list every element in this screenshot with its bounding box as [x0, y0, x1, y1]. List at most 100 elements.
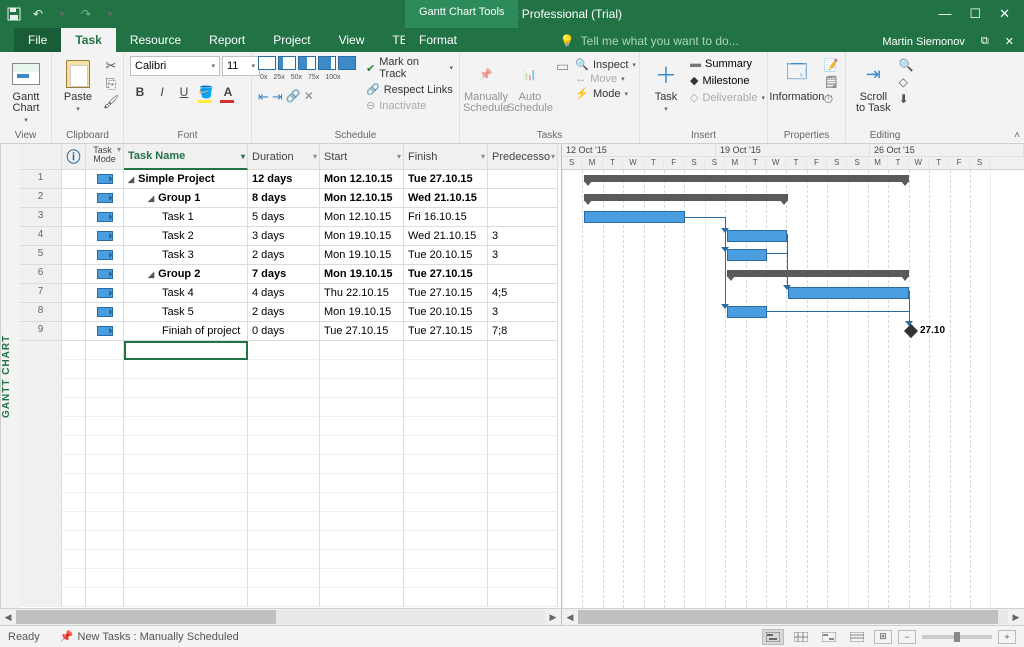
- table-row[interactable]: 6◢Group 27 daysMon 19.10.15Tue 27.10.15: [20, 265, 561, 284]
- table-row[interactable]: 3Task 15 daysMon 12.10.15Fri 16.10.15: [20, 208, 561, 227]
- row-number[interactable]: 3: [20, 208, 62, 227]
- table-row[interactable]: 5Task 32 daysMon 19.10.15Tue 20.10.153: [20, 246, 561, 265]
- tab-format[interactable]: Format: [405, 28, 471, 52]
- col-indicator[interactable]: ⓘ: [62, 144, 86, 170]
- table-row[interactable]: 2◢Group 18 daysMon 12.10.15Wed 21.10.15: [20, 189, 561, 208]
- milestone-button[interactable]: ◆Milestone: [690, 74, 765, 87]
- zoom-in-icon[interactable]: +: [998, 630, 1016, 644]
- details-icon[interactable]: 🗒: [824, 75, 839, 89]
- col-duration[interactable]: Duration▾: [248, 144, 320, 170]
- fill-color-button[interactable]: 🪣: [196, 82, 216, 102]
- row-number[interactable]: 4: [20, 227, 62, 246]
- paste-button[interactable]: Paste▾: [58, 56, 98, 115]
- summary-bar[interactable]: [727, 270, 909, 277]
- table-row[interactable]: [20, 493, 561, 512]
- table-row[interactable]: [20, 398, 561, 417]
- fill-icon[interactable]: ⬇: [899, 92, 914, 106]
- cut-icon[interactable]: ✂: [102, 58, 120, 74]
- task-bar[interactable]: [788, 287, 909, 299]
- timeline-add-icon[interactable]: ⏱: [824, 92, 839, 107]
- summary-button[interactable]: ▬Summary: [690, 58, 765, 70]
- save-icon[interactable]: [6, 6, 22, 22]
- inspect-button[interactable]: 🔍Inspect ▾: [575, 58, 636, 71]
- mode-button[interactable]: ⚡Mode ▾: [575, 87, 636, 100]
- close-sub-icon[interactable]: ✕: [1005, 35, 1014, 48]
- copy-icon[interactable]: ⎘: [102, 76, 120, 92]
- task-bar[interactable]: [584, 211, 685, 223]
- mark-on-track-button[interactable]: ✔Mark on Track ▾: [366, 56, 453, 80]
- table-row[interactable]: [20, 455, 561, 474]
- grid-scrollbar[interactable]: [16, 610, 545, 624]
- row-number[interactable]: 6: [20, 265, 62, 284]
- maximize-icon[interactable]: ☐: [969, 6, 981, 22]
- information-button[interactable]: 🗔Information: [774, 56, 820, 105]
- zoom-out-icon[interactable]: −: [898, 630, 916, 644]
- zoom-slider[interactable]: [922, 635, 992, 639]
- outdent-icon[interactable]: ⇤: [258, 89, 269, 105]
- insert-task-button[interactable]: ＋Task▾: [646, 56, 686, 115]
- italic-button[interactable]: I: [152, 82, 172, 102]
- col-task-mode[interactable]: TaskMode▾: [86, 144, 124, 170]
- tab-task[interactable]: Task: [61, 28, 115, 52]
- move-button[interactable]: ↔Move ▾: [575, 73, 636, 85]
- tab-resource[interactable]: Resource: [116, 28, 195, 52]
- task-bar[interactable]: [727, 230, 787, 242]
- close-icon[interactable]: ✕: [999, 6, 1010, 22]
- link-tasks-icon[interactable]: 🔗: [286, 89, 301, 105]
- col-predecessors[interactable]: Predecesso▾: [488, 144, 558, 170]
- summary-bar[interactable]: [584, 175, 909, 182]
- table-row[interactable]: 7Task 44 daysThu 22.10.15Tue 27.10.154;5: [20, 284, 561, 303]
- font-name-combo[interactable]: Calibri▾: [130, 56, 220, 76]
- table-row[interactable]: [20, 550, 561, 569]
- restore-window-icon[interactable]: ⧉: [981, 35, 989, 48]
- gantt-scrollbar[interactable]: [578, 610, 1008, 624]
- table-row[interactable]: [20, 436, 561, 455]
- scroll-left-icon[interactable]: ◀: [0, 612, 16, 623]
- table-row[interactable]: [20, 417, 561, 436]
- undo-more-icon[interactable]: ▾: [54, 6, 70, 22]
- zoom-fit-icon[interactable]: ⊞: [874, 630, 892, 644]
- gantt-scroll-right-icon[interactable]: ▶: [1008, 612, 1024, 623]
- table-row[interactable]: 1◢Simple Project12 daysMon 12.10.15Tue 2…: [20, 170, 561, 189]
- row-number[interactable]: 1: [20, 170, 62, 189]
- task-bar[interactable]: [727, 249, 767, 261]
- pct25-button[interactable]: [278, 56, 296, 70]
- user-name[interactable]: Martin Siemonov: [882, 36, 965, 48]
- table-row[interactable]: 8Task 52 daysMon 19.10.15Tue 20.10.153: [20, 303, 561, 322]
- respect-links-button[interactable]: 🔗Respect Links: [366, 83, 453, 96]
- table-row[interactable]: [20, 531, 561, 550]
- gantt-chart-button[interactable]: GanttChart▾: [6, 56, 46, 126]
- pct100-button[interactable]: [338, 56, 356, 70]
- table-row[interactable]: [20, 341, 561, 360]
- indent-icon[interactable]: ⇥: [272, 89, 283, 105]
- redo-icon[interactable]: ↷: [78, 6, 94, 22]
- new-tasks-mode[interactable]: 📌New Tasks : Manually Scheduled: [60, 630, 239, 643]
- table-row[interactable]: [20, 474, 561, 493]
- split-pane-icon[interactable]: ▭: [556, 58, 569, 75]
- col-start[interactable]: Start▾: [320, 144, 404, 170]
- row-number[interactable]: 8: [20, 303, 62, 322]
- table-row[interactable]: 4Task 23 daysMon 19.10.15Wed 21.10.153: [20, 227, 561, 246]
- row-number[interactable]: 5: [20, 246, 62, 265]
- gantt-scroll-left-icon[interactable]: ◀: [562, 612, 578, 623]
- collapse-ribbon-icon[interactable]: ˄: [1014, 130, 1020, 141]
- tell-me-search[interactable]: 💡Tell me what you want to do...: [560, 34, 739, 52]
- table-row[interactable]: [20, 379, 561, 398]
- row-number[interactable]: 2: [20, 189, 62, 208]
- pct50-button[interactable]: [298, 56, 316, 70]
- tab-report[interactable]: Report: [195, 28, 259, 52]
- tab-file[interactable]: File: [14, 28, 61, 52]
- pct0-button[interactable]: [258, 56, 276, 70]
- unlink-icon[interactable]: ✕: [304, 89, 314, 105]
- font-color-button[interactable]: A: [218, 82, 238, 102]
- undo-icon[interactable]: ↶: [30, 6, 46, 22]
- gantt-body[interactable]: 27.10: [562, 170, 1024, 608]
- scroll-right-icon[interactable]: ▶: [545, 612, 561, 623]
- qat-customize-icon[interactable]: ▾: [102, 6, 118, 22]
- table-row[interactable]: 9Finiah of project0 daysTue 27.10.15Tue …: [20, 322, 561, 341]
- find-icon[interactable]: 🔍: [899, 58, 914, 72]
- table-row[interactable]: [20, 569, 561, 588]
- scroll-to-task-button[interactable]: ⇥Scrollto Task: [852, 56, 895, 116]
- col-task-name[interactable]: Task Name▾: [124, 144, 248, 170]
- row-number[interactable]: 7: [20, 284, 62, 303]
